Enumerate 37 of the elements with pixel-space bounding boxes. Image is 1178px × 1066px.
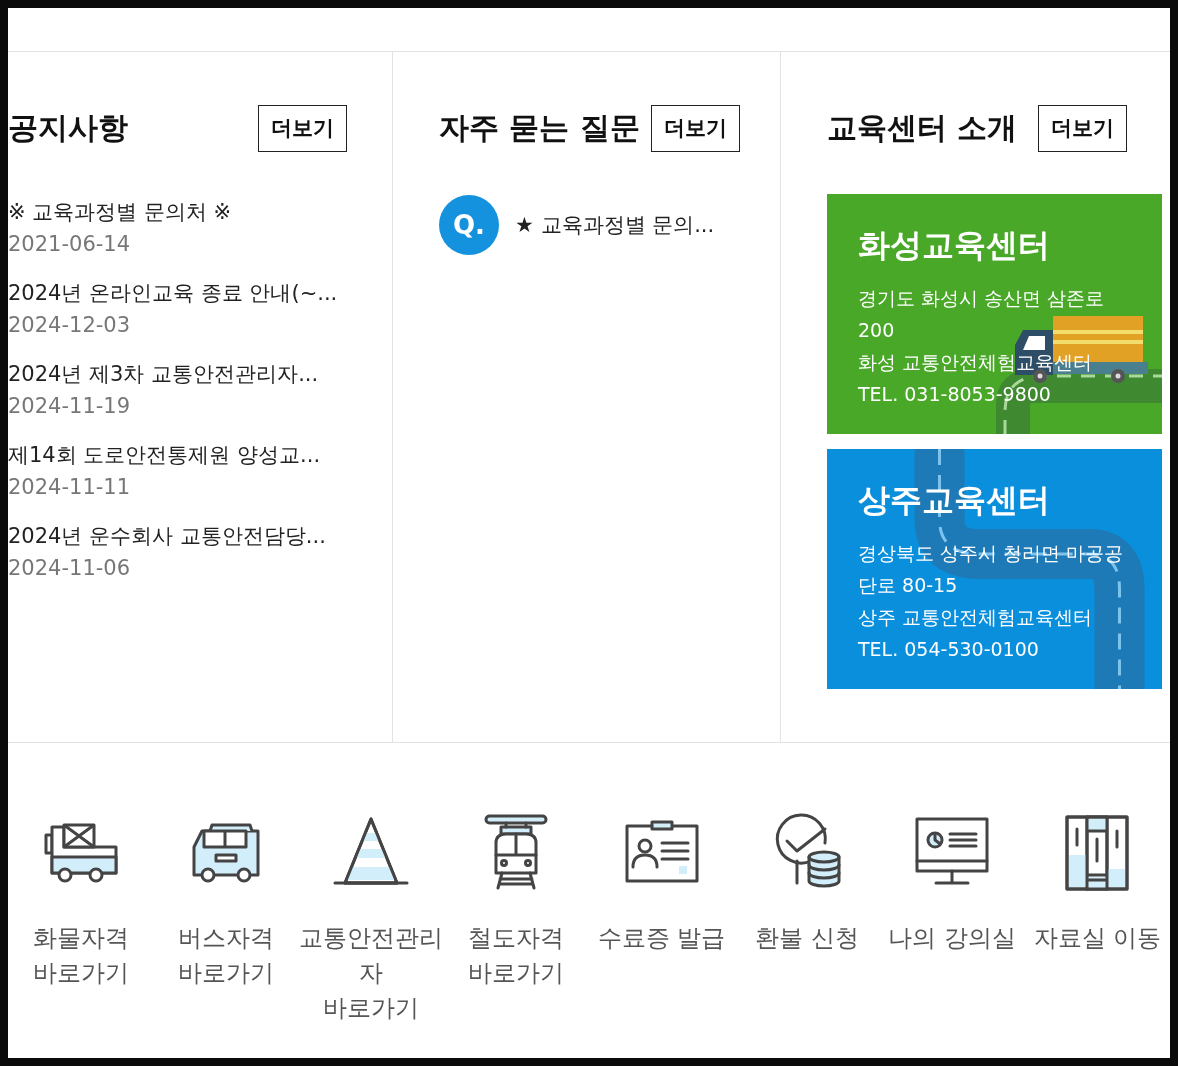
- quick-link[interactable]: 교통안전관리 자 바로가기: [298, 813, 444, 1026]
- notice-date: 2021-06-14: [8, 232, 132, 256]
- center-info: 단로 80-15: [858, 573, 959, 598]
- more-button[interactable]: 더보기: [1038, 104, 1127, 152]
- center-name: 상주교육센터: [858, 480, 1051, 521]
- center-info: 경기도 화성시 송산면 삼존로: [858, 286, 1106, 311]
- center-info: 경상북도 상주시 청리면 마공공: [858, 541, 1125, 566]
- center-info: TEL. 031-8053-9800: [858, 382, 1052, 407]
- section-title: 공지사항: [8, 108, 128, 147]
- center-info: 200: [858, 318, 896, 343]
- more-button[interactable]: 더보기: [651, 104, 740, 152]
- notice-link[interactable]: 제14회 도로안전통제원 양성교...: [8, 441, 347, 469]
- quick-link[interactable]: 버스자격 바로가기: [153, 813, 299, 1026]
- notice-date: 2024-11-11: [8, 475, 132, 499]
- notice-date: 2024-11-06: [8, 556, 132, 580]
- more-button[interactable]: 더보기: [258, 104, 347, 152]
- center-card[interactable]: 상주교육센터 경상북도 상주시 청리면 마공공 단로 80-15 상주 교통안전체험교육센터 TEL. 054-530-0100: [827, 449, 1162, 689]
- quick-link[interactable]: 나의 강의실: [879, 813, 1025, 1026]
- section-title: 자주 묻는 질문: [439, 108, 640, 147]
- notice-date: 2024-12-03: [8, 313, 132, 337]
- center-info: 화성 교통안전체험교육센터: [858, 350, 1094, 375]
- center-info: 상주 교통안전체험교육센터: [858, 605, 1094, 630]
- center-name: 화성교육센터: [858, 225, 1051, 266]
- faq-link[interactable]: ★ 교육과정별 문의...: [515, 211, 715, 239]
- section-title: 교육센터 소개: [827, 108, 1018, 147]
- notice-link[interactable]: ※ 교육과정별 문의처 ※: [8, 198, 347, 226]
- quick-link[interactable]: 화물자격 바로가기: [8, 813, 154, 1026]
- notice-link[interactable]: 2024년 운수회사 교통안전담당...: [8, 522, 347, 550]
- question-badge: Q.: [439, 195, 499, 255]
- notice-link[interactable]: 2024년 온라인교육 종료 안내(~...: [8, 279, 347, 307]
- quick-link[interactable]: 수료증 발급: [589, 813, 735, 1026]
- quick-link[interactable]: 철도자격 바로가기: [443, 813, 589, 1026]
- quick-link[interactable]: 환불 신청: [734, 813, 880, 1026]
- quick-link[interactable]: 자료실 이동: [1024, 813, 1170, 1026]
- notice-date: 2024-11-19: [8, 394, 132, 418]
- center-info: TEL. 054-530-0100: [858, 637, 1040, 662]
- notice-link[interactable]: 2024년 제3차 교통안전관리자...: [8, 360, 347, 388]
